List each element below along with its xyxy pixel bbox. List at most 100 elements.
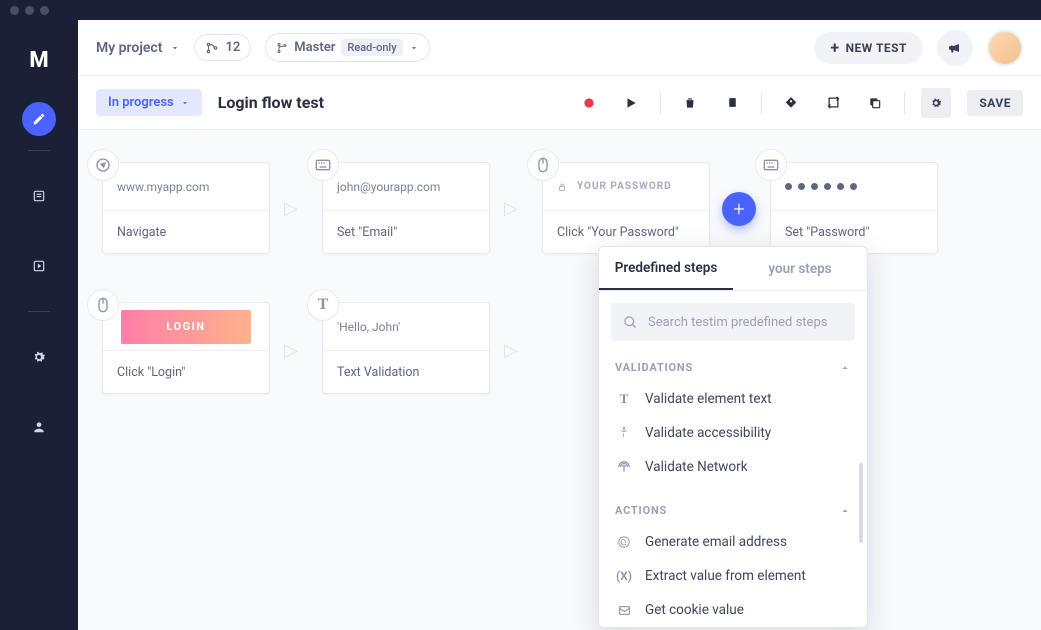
cookie-icon: [615, 604, 633, 617]
app-sidebar: M: [0, 20, 78, 630]
toolbar-separator: [904, 92, 905, 114]
play-square-icon: [32, 259, 46, 273]
search-placeholder: Search testim predefined steps: [648, 315, 827, 330]
scrollbar[interactable]: [859, 463, 863, 543]
chevron-down-icon: [180, 98, 190, 108]
mouse-icon: [96, 297, 110, 313]
branch-name: Master: [294, 40, 335, 55]
email-generate-icon: [615, 535, 633, 549]
step-label: Set "Email": [323, 211, 489, 253]
step-card-set-email[interactable]: john@yourapp.com Set "Email": [322, 162, 490, 254]
item-label: Validate Network: [645, 459, 748, 475]
record-button[interactable]: [576, 90, 602, 116]
step-card-click-login[interactable]: LOGIN Click "Login": [102, 302, 270, 394]
new-test-button[interactable]: + NEW TEST: [814, 32, 923, 64]
window-dot: [40, 6, 49, 15]
step-validate-network[interactable]: Validate Network: [599, 450, 867, 484]
step-validate-element-text[interactable]: T Validate element text: [599, 382, 867, 416]
sidebar-separator: [28, 150, 50, 151]
play-button[interactable]: [618, 90, 644, 116]
step-label: Text Validation: [323, 351, 489, 393]
step-card-set-password[interactable]: Set "Password": [770, 162, 938, 254]
step-preview: LOGIN: [103, 303, 269, 351]
chevron-down-icon: [409, 43, 419, 53]
step-preview: john@yourapp.com: [323, 163, 489, 211]
new-test-label: NEW TEST: [846, 41, 907, 55]
repeat-button[interactable]: [820, 90, 846, 116]
step-extract-value[interactable]: (X) Extract value from element: [599, 559, 867, 593]
step-card-click-password[interactable]: YOUR PASSWORD Click "Your Password": [542, 162, 710, 254]
sidebar-settings-button[interactable]: [22, 340, 56, 374]
password-placeholder-text: YOUR PASSWORD: [577, 181, 672, 192]
copy-button[interactable]: [862, 90, 888, 116]
window-dot: [10, 6, 19, 15]
accessibility-icon: [615, 426, 633, 440]
keyboard-icon: [315, 159, 331, 171]
window-titlebar: [0, 0, 1041, 20]
app-logo: M: [19, 40, 59, 80]
settings-button[interactable]: [921, 88, 951, 118]
step-generate-email[interactable]: Generate email address: [599, 525, 867, 559]
pencil-icon: [32, 112, 46, 126]
tag-button[interactable]: [778, 90, 804, 116]
branch-pill[interactable]: Master Read-only: [265, 33, 429, 62]
step-preview: YOUR PASSWORD: [543, 163, 709, 211]
save-button[interactable]: SAVE: [967, 90, 1023, 116]
step-preview: 'Hello, John': [323, 303, 489, 351]
item-label: Validate accessibility: [645, 425, 771, 441]
clipboard-button[interactable]: [719, 90, 745, 116]
sidebar-edit-button[interactable]: [22, 102, 56, 136]
announce-button[interactable]: [937, 30, 973, 66]
steps-popover: Predefined steps your steps Search testi…: [598, 246, 868, 628]
section-validations-header[interactable]: VALIDATIONS: [599, 353, 867, 382]
step-card-text-validation[interactable]: T 'Hello, John' Text Validation: [322, 302, 490, 394]
compass-icon: [95, 157, 111, 173]
step-card-navigate[interactable]: www.myapp.com Navigate: [102, 162, 270, 254]
text-icon: T: [615, 391, 633, 407]
merge-count: 12: [225, 40, 240, 55]
play-icon: [624, 96, 638, 110]
person-icon: [32, 420, 46, 434]
sidebar-profile-button[interactable]: [22, 410, 56, 444]
section-actions-header[interactable]: ACTIONS: [599, 496, 867, 525]
sidebar-suites-button[interactable]: [22, 179, 56, 213]
test-toolbar: In progress Login flow test: [78, 76, 1041, 130]
chevron-down-icon: [170, 43, 180, 53]
window-dot: [25, 6, 34, 15]
item-label: Validate element text: [645, 391, 772, 407]
repeat-icon: [826, 95, 841, 110]
copy-icon: [868, 96, 882, 110]
step-type-icon: T: [307, 289, 339, 321]
gear-icon: [929, 96, 943, 110]
step-validate-accessibility[interactable]: Validate accessibility: [599, 416, 867, 450]
step-preview: www.myapp.com: [103, 163, 269, 211]
search-icon: [623, 315, 638, 330]
status-label: In progress: [108, 95, 174, 110]
tag-icon: [784, 96, 798, 110]
merge-pill[interactable]: 12: [194, 34, 251, 61]
tab-predefined-steps[interactable]: Predefined steps: [599, 247, 733, 290]
record-icon: [581, 95, 597, 111]
popover-search[interactable]: Search testim predefined steps: [611, 303, 855, 341]
add-step-button[interactable]: +: [722, 192, 756, 226]
branch-status: Read-only: [341, 39, 402, 56]
tab-your-steps[interactable]: your steps: [733, 247, 867, 290]
trash-button[interactable]: [677, 90, 703, 116]
item-label: Extract value from element: [645, 568, 806, 584]
lock-icon: [557, 182, 567, 192]
sidebar-separator: [28, 311, 50, 312]
connector-icon: ▷: [504, 340, 518, 361]
sidebar-runs-button[interactable]: [22, 249, 56, 283]
network-icon: [615, 460, 633, 474]
list-icon: [32, 189, 46, 203]
plus-icon: +: [830, 40, 839, 56]
step-label: Navigate: [103, 211, 269, 253]
status-dropdown[interactable]: In progress: [96, 89, 202, 116]
project-dropdown[interactable]: My project: [96, 40, 180, 56]
project-name: My project: [96, 40, 162, 56]
step-preview: [771, 163, 937, 211]
section-title: ACTIONS: [615, 504, 667, 517]
user-avatar[interactable]: [987, 30, 1023, 66]
step-type-icon: [307, 149, 339, 181]
step-get-cookie[interactable]: Get cookie value: [599, 593, 867, 627]
